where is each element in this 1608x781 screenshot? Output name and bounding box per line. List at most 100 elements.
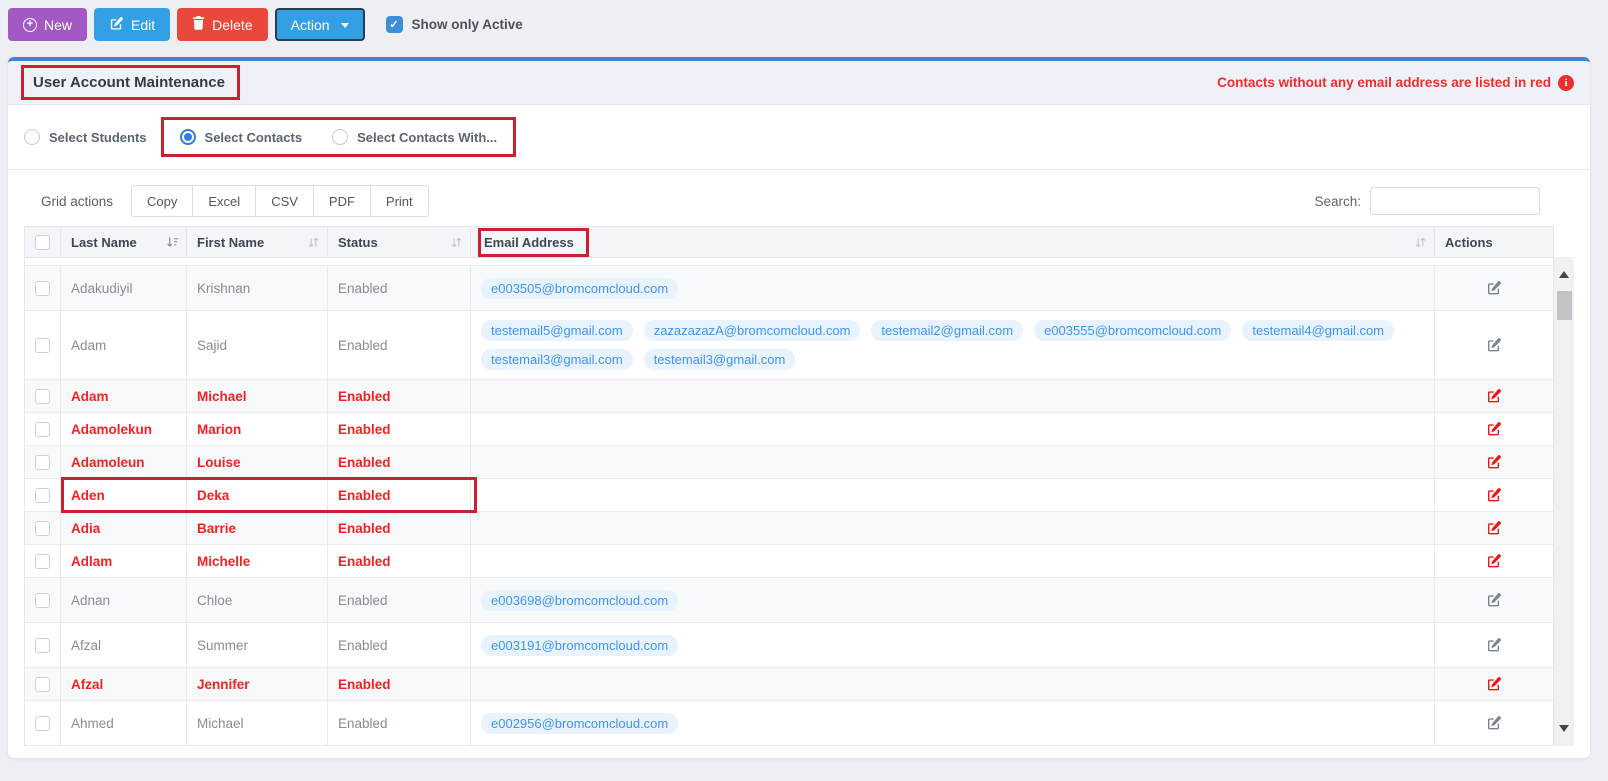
row-edit-icon[interactable] [1486, 592, 1502, 608]
radio-circle-icon[interactable] [332, 129, 349, 145]
table-row[interactable]: Adam Sajid Enabled testemail5@gmail.com z… [25, 311, 1553, 380]
row-checkbox[interactable] [35, 520, 50, 536]
first-name-cell: Summer [187, 623, 328, 667]
checkbox-checked-icon[interactable]: ✓ [385, 16, 403, 33]
email-link[interactable]: e002956@bromcomcloud.com [481, 712, 679, 734]
row-edit-icon[interactable] [1486, 421, 1502, 437]
first-name-cell: Chloe [187, 578, 328, 622]
row-edit-icon[interactable] [1486, 676, 1502, 692]
row-actions-cell [1435, 578, 1553, 622]
table-row[interactable]: Afzal Summer Enabled e003191@bromcomclou… [25, 623, 1553, 668]
scroll-down-arrow-icon[interactable] [1559, 725, 1569, 737]
radio-select-contacts[interactable]: Select Contacts [179, 129, 302, 145]
email-link[interactable]: e003191@bromcomcloud.com [481, 634, 679, 656]
header-status[interactable]: Status [328, 227, 471, 257]
partial-scrolled-row [25, 258, 1553, 266]
table-row[interactable]: Afzal Jennifer Enabled [25, 668, 1553, 701]
email-link[interactable]: zazazazazA@bromcomcloud.com [643, 319, 861, 341]
table-body: Adakudiyil Krishnan Enabled e003505@brom… [25, 266, 1553, 746]
new-button[interactable]: + New [8, 8, 88, 41]
row-edit-icon[interactable] [1486, 280, 1502, 296]
row-edit-icon[interactable] [1486, 715, 1502, 731]
table-row[interactable]: Adlam Michelle Enabled [25, 545, 1553, 578]
vertical-scrollbar[interactable] [1554, 257, 1574, 746]
status-cell: Enabled [328, 446, 471, 478]
row-edit-icon[interactable] [1486, 637, 1502, 653]
row-edit-icon[interactable] [1486, 520, 1502, 536]
radio-selected-icon[interactable] [179, 129, 196, 145]
row-checkbox[interactable] [35, 388, 50, 404]
table-row[interactable]: Adam Michael Enabled [25, 380, 1553, 413]
search-input[interactable] [1370, 187, 1540, 215]
copy-button[interactable]: Copy [131, 185, 194, 217]
row-checkbox[interactable] [35, 553, 50, 569]
row-edit-icon[interactable] [1486, 454, 1502, 470]
edit-button[interactable]: Edit [94, 8, 171, 41]
email-link[interactable]: testemail5@gmail.com [481, 319, 633, 341]
row-checkbox[interactable] [35, 337, 50, 353]
last-name-cell: Adamolekun [61, 413, 187, 445]
radio-select-contacts-with-label: Select Contacts With... [357, 129, 498, 145]
delete-button[interactable]: Delete [177, 8, 268, 41]
sort-asc-icon[interactable] [166, 236, 179, 252]
header-first-name[interactable]: First Name [187, 227, 328, 257]
table-row[interactable]: Adia Barrie Enabled [25, 512, 1553, 545]
table-row[interactable]: Adamolekun Marion Enabled [25, 413, 1553, 446]
last-name-cell: Adia [61, 512, 187, 544]
sort-both-icon[interactable] [1414, 236, 1427, 252]
edit-pencil-icon [109, 16, 124, 34]
email-link[interactable]: testemail4@gmail.com [1242, 319, 1395, 341]
row-checkbox[interactable] [35, 676, 50, 692]
header-last-name[interactable]: Last Name [61, 227, 187, 257]
email-link[interactable]: e003505@bromcomcloud.com [481, 277, 679, 299]
csv-button[interactable]: CSV [255, 185, 314, 217]
row-checkbox[interactable] [35, 592, 50, 608]
email-link[interactable]: testemail2@gmail.com [871, 319, 1024, 341]
email-address-cell [471, 446, 1435, 478]
print-button[interactable]: Print [369, 185, 429, 217]
action-dropdown-button[interactable]: Action [274, 8, 365, 41]
row-checkbox[interactable] [35, 487, 50, 503]
row-edit-icon[interactable] [1486, 337, 1502, 353]
row-checkbox-cell [25, 668, 61, 700]
radio-circle-icon[interactable] [24, 129, 40, 145]
row-edit-icon[interactable] [1486, 553, 1502, 569]
last-name-cell: Ahmed [61, 701, 187, 745]
row-edit-icon[interactable] [1486, 487, 1502, 503]
sort-both-icon[interactable] [450, 236, 463, 252]
email-link[interactable]: e003698@bromcomcloud.com [481, 589, 679, 611]
last-name-cell: Adam [61, 380, 187, 412]
select-all-checkbox[interactable] [35, 234, 50, 250]
row-checkbox[interactable] [35, 637, 50, 653]
header-actions-label: Actions [1445, 234, 1493, 250]
data-grid-area: Last Name First Name Status Email Addres… [24, 226, 1574, 746]
row-checkbox[interactable] [35, 280, 50, 296]
sort-both-icon[interactable] [307, 236, 320, 252]
table-row[interactable]: Aden Deka Enabled [25, 477, 1553, 513]
last-name-cell: Adam [61, 311, 187, 379]
row-edit-icon[interactable] [1486, 388, 1502, 404]
pdf-button[interactable]: PDF [312, 185, 371, 217]
selection-mode-radios: Select Students Select Contacts Select C… [8, 105, 1590, 166]
radio-select-students-label: Select Students [49, 129, 147, 145]
row-checkbox[interactable] [35, 421, 50, 437]
radio-select-students[interactable]: Select Students [24, 129, 147, 145]
radio-select-contacts-with[interactable]: Select Contacts With... [332, 129, 497, 145]
email-link[interactable]: testemail3@gmail.com [481, 349, 633, 371]
scrollbar-thumb[interactable] [1556, 291, 1572, 320]
header-email-address[interactable]: Email Address [471, 227, 1435, 257]
table-row[interactable]: Adnan Chloe Enabled e003698@bromcomcloud… [25, 578, 1553, 623]
row-checkbox[interactable] [35, 454, 50, 470]
excel-button[interactable]: Excel [192, 185, 257, 217]
last-name-cell: Afzal [61, 623, 187, 667]
table-row[interactable]: Adamoleun Louise Enabled [25, 446, 1553, 479]
table-row[interactable]: Ahmed Michael Enabled e002956@bromcomclo… [25, 701, 1553, 746]
show-only-active-checkbox-wrap[interactable]: ✓ Show only Active [385, 16, 523, 33]
info-icon[interactable]: i [1558, 74, 1574, 91]
scroll-up-arrow-icon[interactable] [1559, 266, 1569, 278]
row-checkbox-cell [25, 413, 61, 445]
email-link[interactable]: e003555@bromcomcloud.com [1034, 319, 1232, 341]
row-checkbox[interactable] [35, 715, 50, 731]
email-link[interactable]: testemail3@gmail.com [643, 349, 796, 371]
table-row[interactable]: Adakudiyil Krishnan Enabled e003505@brom… [25, 266, 1553, 311]
